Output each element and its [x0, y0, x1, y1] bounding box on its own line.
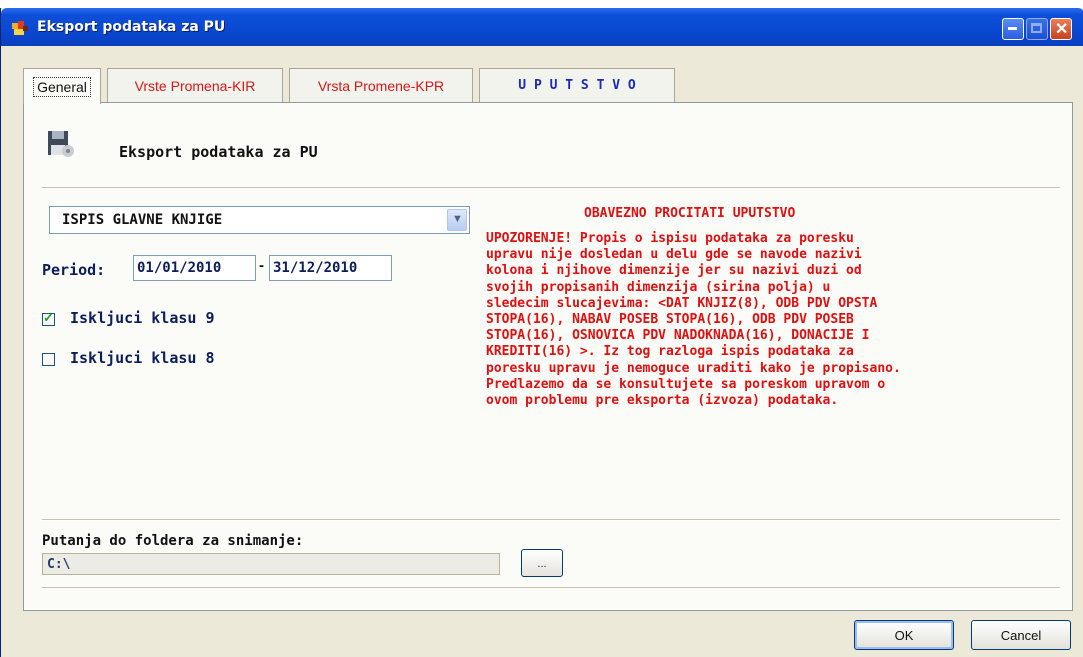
minimize-icon	[1008, 27, 1017, 30]
report-type-value: ISPIS GLAVNE KNJIGE	[62, 212, 223, 228]
period-label: Period:	[42, 261, 106, 279]
tab-vrsta-promene-kpr[interactable]: Vrsta Promene-KPR	[289, 68, 473, 102]
tab-kpr-label: Vrsta Promene-KPR	[317, 77, 445, 94]
maximize-button[interactable]	[1026, 18, 1048, 40]
warning-title: OBAVEZNO PROCITATI UPUTSTVO	[584, 206, 796, 221]
cancel-button[interactable]: Cancel	[971, 620, 1071, 650]
app-icon	[12, 21, 28, 35]
save-path-input[interactable]: C:\	[42, 553, 500, 575]
close-icon: ✕	[1055, 21, 1069, 38]
tab-kir-label: Vrste Promena-KIR	[134, 77, 256, 94]
title-bar[interactable]: Eksport podataka za PU ✕	[1, 8, 1083, 46]
warning-text: UPOZORENJE! Propis o ispisu podataka za …	[486, 231, 901, 409]
path-divider-bottom	[42, 587, 1060, 589]
export-window: Eksport podataka za PU ✕ General Vrste P…	[0, 8, 1083, 657]
browse-folder-button[interactable]: ...	[521, 549, 563, 577]
period-separator: -	[259, 257, 264, 274]
maximize-icon	[1031, 23, 1042, 33]
exclude-class-9-checkbox[interactable]: ✓	[42, 310, 55, 326]
period-from-input[interactable]: 01/01/2010	[133, 255, 256, 281]
chevron-down-icon: ▼	[452, 213, 463, 225]
period-to-input[interactable]: 31/12/2010	[269, 255, 392, 281]
floppy-disk-icon	[48, 131, 74, 157]
report-type-select[interactable]: ISPIS GLAVNE KNJIGE ▼	[49, 206, 470, 234]
tab-uputstvo[interactable]: U P U T S T V O	[479, 68, 675, 102]
top-divider	[42, 187, 1060, 189]
general-tab-panel: Eksport podataka za PU ISPIS GLAVNE KNJI…	[23, 102, 1073, 611]
path-divider-top	[42, 519, 1060, 521]
checkmark-icon: ✓	[43, 310, 54, 325]
ok-button[interactable]: OK	[854, 620, 954, 650]
tab-general-label: General	[33, 76, 91, 97]
exclude-class-8-checkbox[interactable]	[42, 353, 55, 366]
tab-uputstvo-label: U P U T S T V O	[518, 78, 636, 93]
save-path-label: Putanja do foldera za snimanje:	[42, 533, 304, 549]
exclude-class-8-label[interactable]: Iskljuci klasu 8	[70, 349, 215, 367]
tab-general[interactable]: General	[23, 68, 101, 104]
close-button[interactable]: ✕	[1050, 18, 1072, 40]
dropdown-arrow-button[interactable]: ▼	[447, 209, 467, 231]
window-title: Eksport podataka za PU	[37, 19, 226, 35]
exclude-class-9-label[interactable]: Iskljuci klasu 9	[70, 309, 215, 327]
panel-heading: Eksport podataka za PU	[119, 143, 318, 161]
minimize-button[interactable]	[1002, 18, 1024, 40]
tab-vrste-promena-kir[interactable]: Vrste Promena-KIR	[107, 68, 283, 102]
